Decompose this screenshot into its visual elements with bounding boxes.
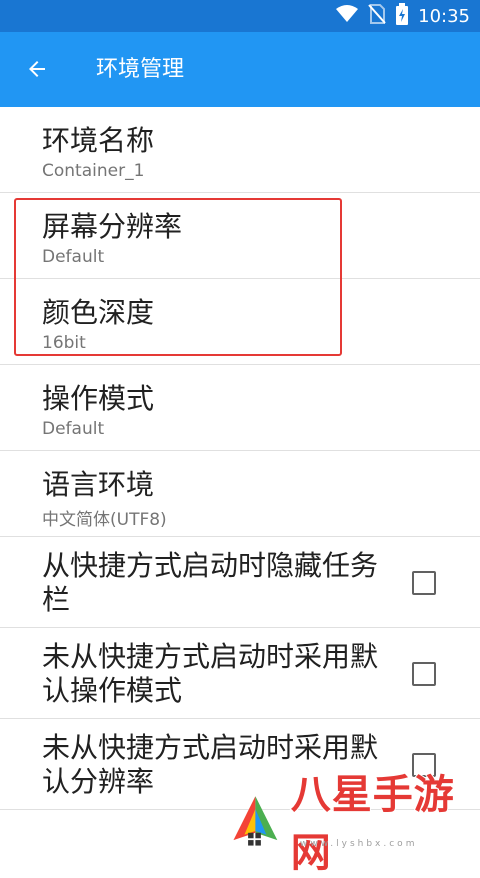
setting-default-operation-mode[interactable]: 未从快捷方式启动时采用默认操作模式	[0, 628, 480, 719]
setting-value: 中文简体(UTF8)	[42, 510, 167, 530]
setting-locale[interactable]: 语言环境 中文简体(UTF8)	[0, 451, 480, 537]
hide-taskbar-checkbox[interactable]	[412, 571, 436, 595]
battery-charging-icon	[396, 3, 409, 29]
setting-environment-name[interactable]: 环境名称 Container_1	[0, 107, 480, 193]
app-bar: 环境管理	[0, 32, 480, 107]
status-icons: 10:35	[336, 0, 470, 32]
setting-title: 从快捷方式启动时隐藏任务栏	[42, 549, 379, 616]
setting-operation-mode[interactable]: 操作模式 Default	[0, 365, 480, 451]
arrow-back-icon	[29, 61, 45, 77]
page-title: 环境管理	[96, 57, 185, 82]
setting-hide-taskbar[interactable]: 从快捷方式启动时隐藏任务栏	[0, 537, 480, 628]
setting-value: Container_1	[42, 161, 145, 181]
no-sim-icon	[368, 4, 386, 28]
watermark-logo-icon	[233, 796, 278, 846]
status-time: 10:35	[418, 5, 470, 27]
setting-title: 环境名称	[42, 124, 155, 157]
setting-value: Default	[42, 419, 105, 439]
setting-title: 颜色深度	[42, 296, 155, 329]
setting-title: 操作模式	[42, 382, 155, 415]
wifi-icon	[336, 5, 359, 27]
setting-value: Default	[42, 247, 105, 267]
setting-title: 未从快捷方式启动时采用默认操作模式	[42, 640, 379, 707]
settings-list: 环境名称 Container_1 屏幕分辨率 Default 颜色深度 16bi…	[0, 107, 480, 810]
setting-title: 屏幕分辨率	[42, 210, 183, 243]
status-bar: 10:35	[0, 0, 480, 32]
setting-screen-resolution[interactable]: 屏幕分辨率 Default	[0, 193, 480, 279]
default-operation-mode-checkbox[interactable]	[412, 662, 436, 686]
back-button[interactable]	[14, 46, 60, 92]
setting-value: 16bit	[42, 333, 86, 353]
setting-color-depth[interactable]: 颜色深度 16bit	[0, 279, 480, 365]
watermark-url: www.lyshbx.com	[300, 839, 418, 849]
watermark-text: 八星手游网	[290, 771, 455, 877]
setting-title: 语言环境	[42, 468, 155, 501]
